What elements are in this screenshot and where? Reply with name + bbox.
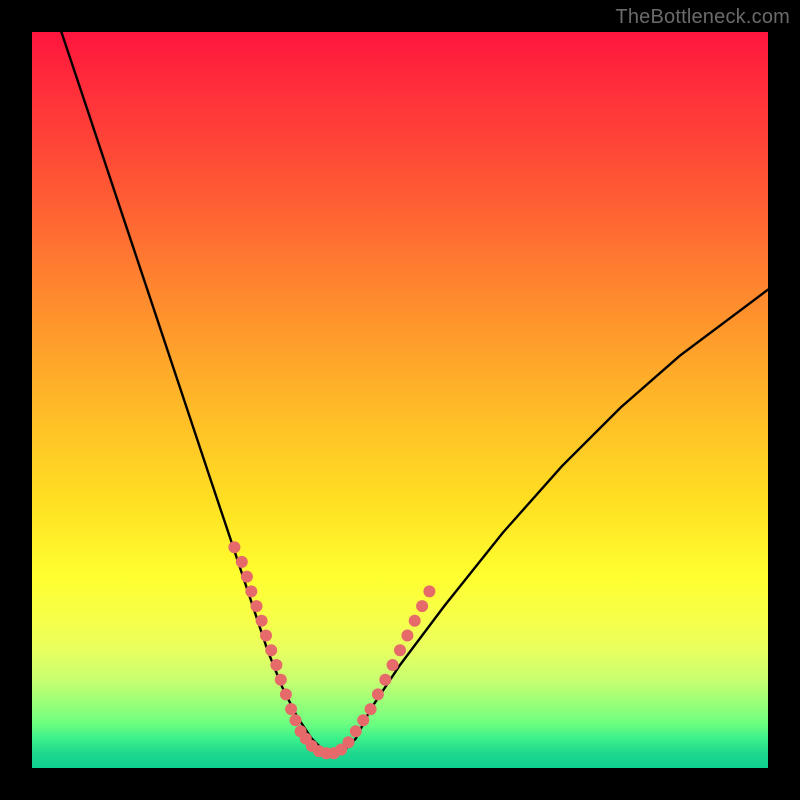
curve-layer: [32, 32, 768, 768]
sample-dot: [251, 600, 263, 612]
sample-dot: [423, 585, 435, 597]
sample-dot: [409, 615, 421, 627]
sample-dot: [416, 600, 428, 612]
sample-dot: [241, 571, 253, 583]
sample-dot: [387, 659, 399, 671]
sample-dot: [256, 615, 268, 627]
bottleneck-curve: [61, 32, 768, 753]
sample-dot: [265, 644, 277, 656]
sample-dot: [275, 674, 287, 686]
sample-dot: [401, 630, 413, 642]
sample-dot: [270, 659, 282, 671]
sample-dot: [394, 644, 406, 656]
sample-dot: [365, 703, 377, 715]
sample-dot: [350, 725, 362, 737]
sample-dot: [285, 703, 297, 715]
sample-dots: [228, 541, 435, 759]
sample-dot: [260, 630, 272, 642]
sample-dot: [245, 585, 257, 597]
watermark-text: TheBottleneck.com: [615, 6, 790, 29]
sample-dot: [236, 556, 248, 568]
sample-dot: [379, 674, 391, 686]
sample-dot: [228, 541, 240, 553]
sample-dot: [372, 688, 384, 700]
sample-dot: [357, 714, 369, 726]
chart-frame: TheBottleneck.com: [0, 0, 800, 800]
sample-dot: [280, 688, 292, 700]
sample-dot: [343, 736, 355, 748]
plot-area: [32, 32, 768, 768]
sample-dot: [290, 714, 302, 726]
